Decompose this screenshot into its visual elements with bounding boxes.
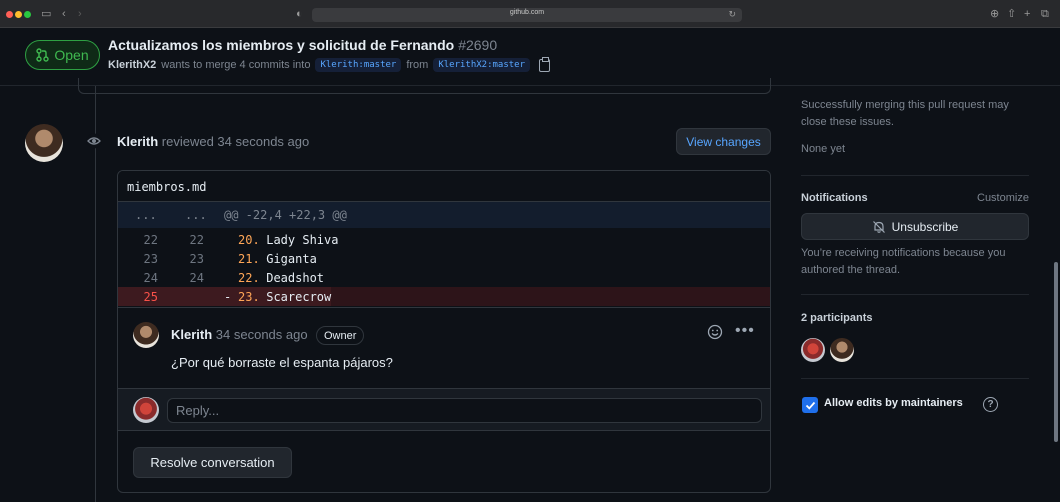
view-changes-button[interactable]: View changes [676,128,771,155]
participants-heading: 2 participants [801,312,873,324]
old-line-number[interactable]: 22 [118,233,158,247]
allow-edits-checkbox[interactable] [802,397,818,413]
new-tab-icon[interactable]: + [1024,8,1030,20]
line-code: Deadshot [259,271,325,285]
linked-issues-value: None yet [801,143,846,155]
pr-status-badge: Open [25,40,100,70]
page-scrollbar[interactable] [1054,262,1058,442]
review-event-text: Klerith reviewed 34 seconds ago [117,134,309,149]
allow-edits-label[interactable]: Allow edits by maintainers [824,397,963,409]
bell-slash-icon [872,220,885,233]
review-action: reviewed 34 seconds ago [161,134,310,149]
tab-overview-icon[interactable]: ⧉ [1041,8,1049,20]
browser-toolbar: ▭ ‹ › ◐ github.com ↻ ⊕ ⇧ + ⧉ [0,0,1060,28]
from-text: from [406,59,429,71]
back-icon[interactable]: ‹ [62,8,66,20]
hunk-header-text: @@ -22,4 +22,3 @@ [224,208,347,222]
pr-status-label: Open [54,47,89,63]
file-name[interactable]: miembros.md [127,180,206,194]
git-pull-request-icon [36,48,50,62]
diff-line-deleted: 25 - 23. Scarecrow [118,287,770,306]
merge-text: wants to merge 4 commits into [161,59,311,71]
notifications-reason: You’re receiving notifications because y… [801,247,1006,276]
eye-icon [86,133,102,149]
line-code: Lady Shiva [259,233,339,247]
current-user-avatar [133,397,159,423]
hunk-expand-left[interactable]: ... [135,208,157,222]
sidebar-divider [801,175,1029,176]
new-line-number[interactable]: 23 [164,252,204,266]
url-text: github.com [509,9,545,16]
download-icon[interactable]: ⊕ [990,8,999,20]
review-thread-card: miembros.md ... ... @@ -22,4 +22,3 @@ 22… [117,170,771,493]
new-line-number[interactable]: 22 [164,233,204,247]
pr-title-text: Actualizamos los miembros y solicitud de… [108,37,455,53]
diff-line: 23 23 21. Giganta [118,249,770,268]
old-line-number[interactable]: 24 [118,271,158,285]
divider [118,307,770,308]
pr-author-link[interactable]: KlerithX2 [108,59,156,71]
help-icon[interactable]: ? [983,397,998,412]
head-branch-label[interactable]: KlerithX2:master [433,58,531,72]
deletion-marker: - [224,290,232,304]
reply-input[interactable]: Reply... [167,398,762,423]
reply-area: Reply... [118,388,770,431]
resolve-conversation-button[interactable]: Resolve conversation [133,447,292,478]
base-branch-label[interactable]: Klerith:master [315,58,402,72]
notifications-heading: Notifications [801,192,868,204]
reviewer-name[interactable]: Klerith [117,134,158,149]
more-options-icon[interactable]: ••• [735,323,755,339]
share-icon[interactable]: ⇧ [1007,8,1016,20]
sidebar-icon[interactable]: ▭ [41,8,51,20]
copy-branch-icon[interactable] [539,56,551,72]
comment-author-name[interactable]: Klerith [171,327,212,342]
previous-timeline-card [78,78,771,94]
close-window-button[interactable] [6,11,13,18]
forward-icon[interactable]: › [78,8,82,20]
address-bar[interactable]: github.com ↻ [312,8,742,22]
pr-merge-summary: KlerithX2 wants to merge 4 commits into … [108,56,551,72]
minimize-window-button[interactable] [15,11,22,18]
owner-badge: Owner [316,326,365,345]
old-line-number[interactable]: 25 [118,290,158,304]
list-number: 22. [238,271,260,285]
reviewer-avatar[interactable] [25,124,63,162]
old-line-number[interactable]: 23 [118,252,158,266]
privacy-shield-icon[interactable]: ◐ [296,8,303,20]
add-reaction-icon[interactable] [707,324,723,340]
checkmark-icon [805,401,815,410]
diff-line: 22 22 20. Lady Shiva [118,230,770,249]
unsubscribe-label: Unsubscribe [891,219,959,234]
hunk-header-row: ... ... @@ -22,4 +22,3 @@ [118,202,770,228]
line-code: Scarecrow [259,290,332,304]
sidebar-divider [801,378,1029,379]
comment-author-avatar[interactable] [133,322,159,348]
diff-line: 24 24 22. Deadshot [118,268,770,287]
list-number: 23. [238,290,260,304]
sidebar-divider [801,294,1029,295]
comment-time[interactable]: 34 seconds ago [216,327,308,342]
participant-avatar[interactable] [830,338,854,362]
hunk-expand-right[interactable]: ... [185,208,207,222]
linked-issues-description: Successfully merging this pull request m… [801,99,1009,128]
reload-icon[interactable]: ↻ [728,8,736,20]
zoom-window-button[interactable] [24,11,31,18]
comment-body: ¿Por qué borraste el espanta pájaros? [171,355,393,370]
file-header: miembros.md [118,171,770,202]
unsubscribe-button[interactable]: Unsubscribe [801,213,1029,240]
comment-header: Klerith 34 seconds ago [171,327,308,342]
participant-avatar[interactable] [801,338,825,362]
new-line-number[interactable]: 24 [164,271,204,285]
pr-title: Actualizamos los miembros y solicitud de… [108,37,497,53]
customize-link[interactable]: Customize [977,192,1029,204]
list-number: 20. [238,233,260,247]
list-number: 21. [238,252,260,266]
line-code: Giganta [259,252,317,266]
pr-number: #2690 [458,37,498,53]
